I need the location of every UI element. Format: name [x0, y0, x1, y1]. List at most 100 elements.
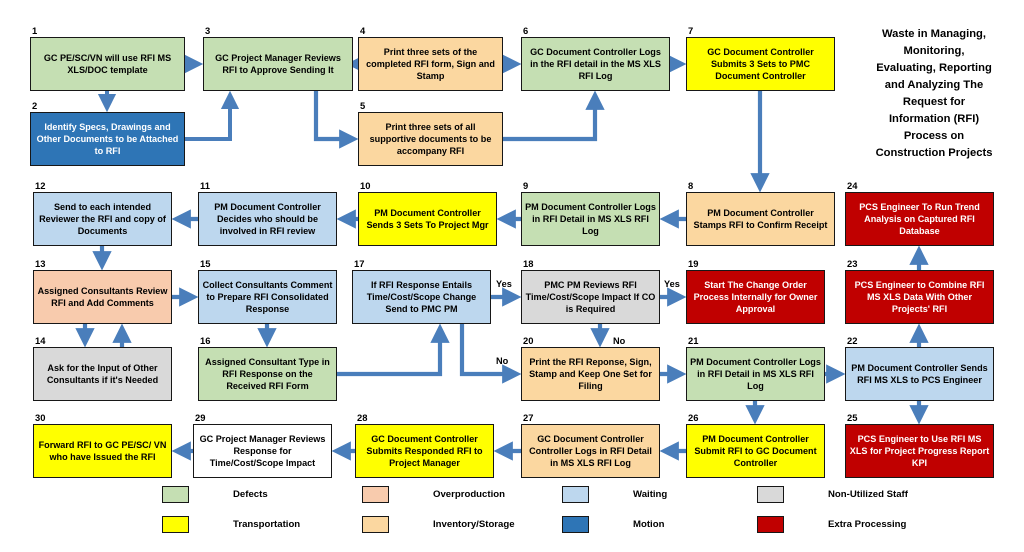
- node-label-4: Print three sets of the completed RFI fo…: [366, 46, 495, 82]
- legend-item-non-utilized-staff: Non-Utilized Staff: [757, 486, 908, 503]
- title-line: Monitoring,: [903, 45, 965, 58]
- process-node-12[interactable]: 12 Send to each intended Reviewer the RFI…: [33, 180, 172, 246]
- node-label-9: PM Document Controller Logs in RFI Detai…: [525, 201, 656, 237]
- legend-label-extra-processing: Extra Processing: [828, 519, 907, 530]
- legend-swatch-transportation: [162, 516, 189, 533]
- process-node-25[interactable]: 25 PCS Engineer to Use RFI MS XLS for Pro…: [845, 412, 994, 478]
- node-label-28: GC Document Controller Submits Responded…: [366, 433, 483, 469]
- node-label-16: Assigned Consultant Type in RFI Response…: [205, 356, 330, 392]
- edge-label-yes-1: Yes: [664, 279, 680, 289]
- edge-3-5: [313, 91, 359, 149]
- node-label-6: GC Document Controller Logs in the RFI d…: [530, 46, 661, 82]
- node-number-28: 28: [357, 412, 368, 423]
- process-node-4[interactable]: 4 Print three sets of the completed RFI f…: [358, 25, 503, 91]
- process-node-5[interactable]: 5 Print three sets of all supportive docu…: [358, 100, 503, 166]
- process-node-16[interactable]: 16 Assigned Consultant Type in RFI Respon…: [198, 335, 337, 401]
- edge-label-yes-0: Yes: [496, 279, 512, 289]
- process-node-26[interactable]: 26 PM Document Controller Submit RFI to G…: [686, 412, 825, 478]
- node-label-17: If RFI Response Entails Time/Cost/Scope …: [366, 279, 477, 315]
- node-label-21: PM Document Controller Logs in RFI Detai…: [690, 356, 821, 392]
- process-node-19[interactable]: 19 Start The Change Order Process Interna…: [686, 258, 825, 324]
- legend-label-motion: Motion: [633, 519, 665, 530]
- process-node-22[interactable]: 22 PM Document Controller Sends RFI MS XL…: [845, 335, 994, 401]
- node-number-23: 23: [847, 258, 858, 269]
- process-node-21[interactable]: 21 PM Document Controller Logs in RFI Det…: [686, 335, 825, 401]
- process-node-13[interactable]: 13 Assigned Consultants Review RFI and Ad…: [33, 258, 172, 324]
- process-node-3[interactable]: 3 GC Project Manager Reviews RFI to Appro…: [203, 25, 353, 91]
- node-number-30: 30: [35, 412, 46, 423]
- process-node-6[interactable]: 6 GC Document Controller Logs in the RFI …: [521, 25, 670, 91]
- node-label-23: PCS Engineer to Combine RFI MS XLS Data …: [854, 279, 985, 315]
- process-node-15[interactable]: 15 Collect Consultants Comment to Prepare…: [198, 258, 337, 324]
- node-label-20: Print the RFI Reponse, Sign, Stamp and K…: [529, 356, 652, 392]
- node-label-10: PM Document Controller Sends 3 Sets To P…: [366, 207, 489, 230]
- node-number-24: 24: [847, 180, 858, 191]
- edge-label-no-2: No: [613, 336, 626, 346]
- node-number-3: 3: [205, 25, 211, 36]
- node-label-26: PM Document Controller Submit RFI to GC …: [694, 433, 817, 469]
- legend-swatch-non-utilized-staff: [757, 486, 784, 503]
- process-node-8[interactable]: 8 PM Document Controller Stamps RFI to Co…: [686, 180, 835, 246]
- process-node-9[interactable]: 9 PM Document Controller Logs in RFI Deta…: [521, 180, 660, 246]
- node-label-19: Start The Change Order Process Internall…: [693, 279, 818, 315]
- node-number-12: 12: [35, 180, 46, 191]
- node-label-27: GC Document Controller Controller Logs i…: [529, 433, 652, 469]
- process-node-30[interactable]: 30 Forward RFI to GC PE/SC/ VN who have I…: [33, 412, 172, 478]
- node-number-7: 7: [688, 25, 694, 36]
- process-node-17[interactable]: 17 If RFI Response Entails Time/Cost/Scop…: [352, 258, 491, 324]
- node-number-29: 29: [195, 412, 206, 423]
- process-node-20[interactable]: 20 Print the RFI Reponse, Sign, Stamp and…: [521, 335, 660, 401]
- legend-label-waiting: Waiting: [633, 489, 668, 500]
- node-number-17: 17: [354, 258, 365, 269]
- title-line: Waste in Managing,: [881, 28, 986, 40]
- edge-5-6: [503, 90, 605, 142]
- node-number-25: 25: [847, 412, 858, 423]
- title-line: Construction Projects: [875, 147, 993, 160]
- process-node-28[interactable]: 28 GC Document Controller Submits Respond…: [355, 412, 494, 478]
- legend-item-motion: Motion: [562, 516, 664, 533]
- process-node-1[interactable]: 1 GC PE/SC/VN will use RFI MS XLS/DOC tem…: [30, 25, 185, 91]
- legend-swatch-defects: [162, 486, 189, 503]
- legend-swatch-overproduction: [362, 486, 389, 503]
- node-label-5: Print three sets of all supportive docum…: [369, 121, 492, 157]
- node-number-18: 18: [523, 258, 534, 269]
- node-number-27: 27: [523, 412, 534, 423]
- node-number-1: 1: [32, 25, 38, 36]
- node-number-15: 15: [200, 258, 211, 269]
- process-node-2[interactable]: 2 Identify Specs, Drawings and Other Docu…: [30, 100, 185, 166]
- node-label-25: PCS Engineer to Use RFI MS XLS for Proje…: [849, 433, 990, 469]
- process-node-14[interactable]: 14 Ask for the Input of Other Consultants…: [33, 335, 172, 401]
- legend-swatch-waiting: [562, 486, 589, 503]
- legend: Defects Overproduction Waiting Non-Utilized…: [162, 486, 1022, 544]
- flowchart-canvas: 1 GC PE/SC/VN will use RFI MS XLS/DOC tem…: [0, 0, 1024, 552]
- legend-label-non-utilized-staff: Non-Utilized Staff: [828, 489, 908, 500]
- legend-label-defects: Defects: [233, 489, 268, 500]
- node-number-9: 9: [523, 180, 529, 191]
- node-label-12: Send to each intended Reviewer the RFI a…: [39, 201, 166, 237]
- process-node-11[interactable]: 11 PM Document Controller Decides who sho…: [198, 180, 337, 246]
- legend-item-transportation: Transportation: [162, 516, 300, 533]
- process-node-24[interactable]: 24 PCS Engineer To Run Trend Analysis on …: [845, 180, 994, 246]
- legend-item-inventory-storage: Inventory/Storage: [362, 516, 515, 533]
- process-node-27[interactable]: 27 GC Document Controller Controller Logs…: [521, 412, 660, 478]
- node-number-26: 26: [688, 412, 699, 423]
- node-number-5: 5: [360, 100, 366, 111]
- node-label-14: Ask for the Input of Other Consultants i…: [46, 362, 159, 385]
- legend-label-transportation: Transportation: [233, 519, 301, 530]
- process-node-7[interactable]: 7 GC Document Controller Submits 3 Sets t…: [686, 25, 835, 91]
- node-number-19: 19: [688, 258, 699, 269]
- legend-item-waiting: Waiting: [562, 486, 667, 503]
- node-label-15: Collect Consultants Comment to Prepare R…: [202, 279, 333, 315]
- legend-item-overproduction: Overproduction: [362, 486, 505, 503]
- process-node-23[interactable]: 23 PCS Engineer to Combine RFI MS XLS Dat…: [845, 258, 994, 324]
- node-number-2: 2: [32, 100, 38, 111]
- process-node-18[interactable]: 18 PMC PM Reviews RFI Time/Cost/Scope Imp…: [521, 258, 660, 324]
- process-node-10[interactable]: 10 PM Document Controller Sends 3 Sets To…: [358, 180, 497, 246]
- legend-item-extra-processing: Extra Processing: [757, 516, 906, 533]
- node-number-6: 6: [523, 25, 529, 36]
- process-node-29[interactable]: 29 GC Project Manager Reviews Response fo…: [193, 412, 332, 478]
- node-number-11: 11: [200, 180, 210, 191]
- node-number-10: 10: [360, 180, 371, 191]
- node-label-24: PCS Engineer To Run Trend Analysis on Ca…: [859, 201, 980, 237]
- node-number-13: 13: [35, 258, 46, 269]
